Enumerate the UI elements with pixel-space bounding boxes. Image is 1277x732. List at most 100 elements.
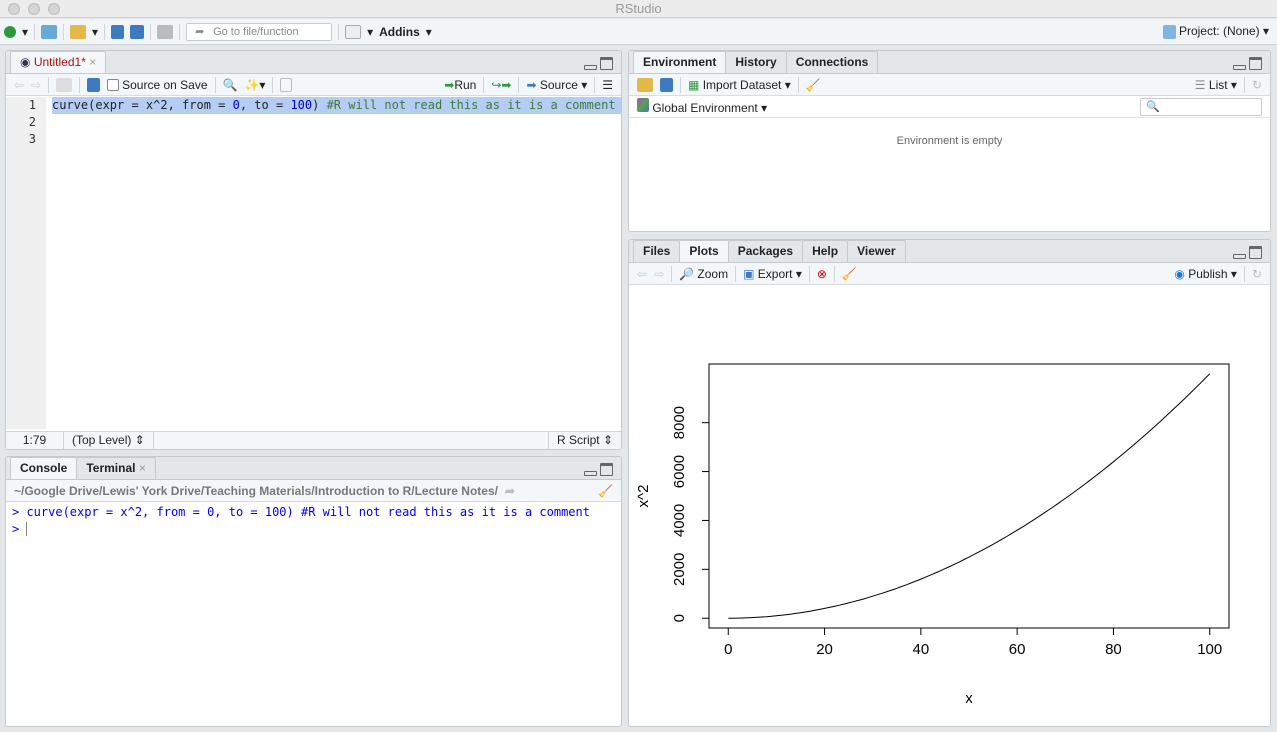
dropdown-icon[interactable]: ▾ — [92, 25, 98, 39]
close-tab-icon[interactable]: × — [89, 55, 96, 69]
tab-connections[interactable]: Connections — [785, 51, 879, 73]
clear-plots-icon[interactable]: 🧹 — [842, 267, 857, 281]
open-file-icon[interactable] — [70, 24, 87, 39]
go-to-file-input[interactable]: Go to file/function — [186, 22, 333, 41]
y-tick-label: 4000 — [671, 504, 688, 537]
pane-layout-icon[interactable] — [345, 24, 362, 39]
back-icon[interactable]: ⇦ — [14, 78, 24, 92]
console-output[interactable]: > curve(expr = x^2, from = 0, to = 100) … — [6, 502, 621, 540]
pane-controls[interactable] — [1233, 57, 1262, 70]
x-tick-label: 80 — [1105, 641, 1122, 658]
curve-line — [728, 373, 1211, 619]
tab-console[interactable]: Console — [10, 457, 78, 479]
dropdown-icon[interactable]: ▾ — [367, 25, 373, 39]
code-editor[interactable]: curve(expr = x^2, from = 0, to = 100) #R… — [52, 97, 621, 114]
x-tick-label: 100 — [1197, 641, 1222, 658]
console-line: > curve(expr = x^2, from = 0, to = 100) … — [12, 505, 590, 519]
project-menu[interactable]: Project: (None) ▾ — [1162, 24, 1269, 39]
import-dataset-button[interactable]: ▦ Import Dataset ▾ — [688, 78, 791, 92]
new-file-icon[interactable] — [4, 25, 16, 38]
close-window-button[interactable] — [8, 3, 20, 15]
tab-files[interactable]: Files — [633, 240, 681, 262]
pane-controls[interactable] — [584, 57, 613, 70]
close-tab-icon[interactable]: × — [139, 461, 146, 475]
tab-viewer[interactable]: Viewer — [847, 240, 906, 262]
zoom-window-button[interactable] — [48, 3, 60, 15]
save-workspace-icon[interactable] — [660, 77, 673, 92]
tab-history[interactable]: History — [725, 51, 787, 73]
source-toolbar: ⇦ ⇨ Source on Save 🔍 ✨▾ ➡Run ↪➡ ➡ Source … — [6, 74, 621, 96]
console-prompt[interactable]: > — [12, 521, 615, 538]
y-tick-label: 2000 — [671, 553, 688, 586]
maximize-icon[interactable] — [600, 463, 613, 476]
line-numbers: 1 2 3 — [6, 97, 46, 429]
environment-search-input[interactable]: 🔍 — [1140, 97, 1262, 116]
code-token: , to = — [239, 98, 291, 112]
save-icon[interactable] — [111, 24, 125, 39]
outline-icon[interactable]: ☰ — [602, 78, 613, 92]
next-plot-icon[interactable]: ⇨ — [654, 267, 664, 281]
source-button[interactable]: ➡ Source ▾ — [526, 78, 587, 92]
refresh-icon[interactable]: ↻ — [1252, 267, 1262, 281]
export-button[interactable]: ▣ Export ▾ — [743, 267, 802, 281]
print-icon[interactable] — [157, 24, 174, 39]
prompt: > — [12, 522, 27, 536]
save-icon[interactable] — [87, 77, 101, 92]
tab-environment[interactable]: Environment — [633, 51, 727, 73]
compile-report-icon[interactable] — [280, 77, 293, 92]
global-environment-menu[interactable]: Global Environment ▾ — [637, 98, 767, 115]
publish-button[interactable]: ◉ Publish ▾ — [1174, 267, 1237, 281]
tab-untitled1[interactable]: ◉ Untitled1* × — [10, 51, 107, 73]
tab-help[interactable]: Help — [802, 240, 849, 262]
forward-icon[interactable]: ⇨ — [31, 78, 41, 92]
clear-workspace-icon[interactable]: 🧹 — [806, 78, 821, 92]
zoom-button[interactable]: 🔎 Zoom — [679, 267, 728, 281]
clear-console-icon[interactable]: 🧹 — [598, 484, 613, 498]
tab-packages[interactable]: Packages — [727, 240, 804, 262]
publish-icon: ◉ — [1174, 266, 1185, 281]
show-in-window-icon[interactable] — [56, 77, 73, 92]
minimize-window-button[interactable] — [28, 3, 40, 15]
load-workspace-icon[interactable] — [637, 77, 653, 92]
file-type-selector[interactable]: R Script ⇕ — [547, 432, 621, 449]
maximize-icon[interactable] — [1249, 57, 1262, 70]
minimize-icon[interactable] — [1233, 65, 1246, 70]
project-label: Project: (None) — [1178, 24, 1260, 38]
remove-plot-icon[interactable]: ⊗ — [817, 267, 827, 281]
minimize-icon[interactable] — [584, 471, 597, 476]
maximize-icon[interactable] — [600, 57, 613, 70]
minimize-icon[interactable] — [1233, 254, 1246, 259]
previous-plot-icon[interactable]: ⇦ — [637, 267, 647, 281]
tab-plots[interactable]: Plots — [679, 240, 729, 262]
addins-menu[interactable]: Addins — [379, 25, 420, 39]
rerun-icon[interactable]: ↪➡ — [491, 78, 511, 92]
run-button[interactable]: ➡Run — [444, 78, 476, 92]
go-to-directory-icon[interactable]: ➦ — [505, 484, 515, 498]
dropdown-icon[interactable]: ▾ — [22, 25, 28, 39]
refresh-icon[interactable]: ↻ — [1252, 78, 1262, 92]
window-controls[interactable] — [8, 3, 60, 15]
export-label: Export — [757, 266, 793, 281]
save-all-icon[interactable] — [130, 24, 145, 39]
working-directory: ~/Google Drive/Lewis' York Drive/Teachin… — [14, 483, 498, 498]
list-view-button[interactable]: ☰ List ▾ — [1195, 78, 1237, 92]
pane-controls[interactable] — [584, 463, 613, 476]
minimize-icon[interactable] — [584, 65, 597, 70]
pane-controls[interactable] — [1233, 246, 1262, 259]
maximize-icon[interactable] — [1249, 246, 1262, 259]
y-tick-label: 8000 — [671, 406, 688, 439]
r-file-icon: ◉ — [20, 55, 31, 69]
plots-toolbar: ⇦ ⇨ 🔎 Zoom ▣ Export ▾ ⊗ 🧹 ◉ Publish ▾ ↻ — [629, 263, 1270, 285]
code-line[interactable]: curve(expr = x^2, from = 0, to = 100) #R… — [52, 97, 621, 114]
search-icon[interactable]: 🔍 — [223, 78, 238, 92]
source-on-save-checkbox[interactable]: Source on Save — [107, 78, 208, 92]
tab-terminal[interactable]: Terminal × — [76, 457, 156, 479]
new-project-icon[interactable] — [41, 24, 58, 39]
source-icon: ➡ — [526, 77, 537, 92]
code-tools-icon[interactable]: ✨▾ — [244, 78, 265, 92]
zoom-label: Zoom — [697, 266, 729, 281]
curve-plot: 0 20 40 60 80 100 0 2000 4000 6000 8000 x x^2 — [635, 363, 1230, 707]
console-path-bar: ~/Google Drive/Lewis' York Drive/Teachin… — [6, 480, 621, 502]
dropdown-icon[interactable]: ▾ — [426, 25, 432, 39]
scope-selector[interactable]: (Top Level) ⇕ — [64, 432, 154, 449]
